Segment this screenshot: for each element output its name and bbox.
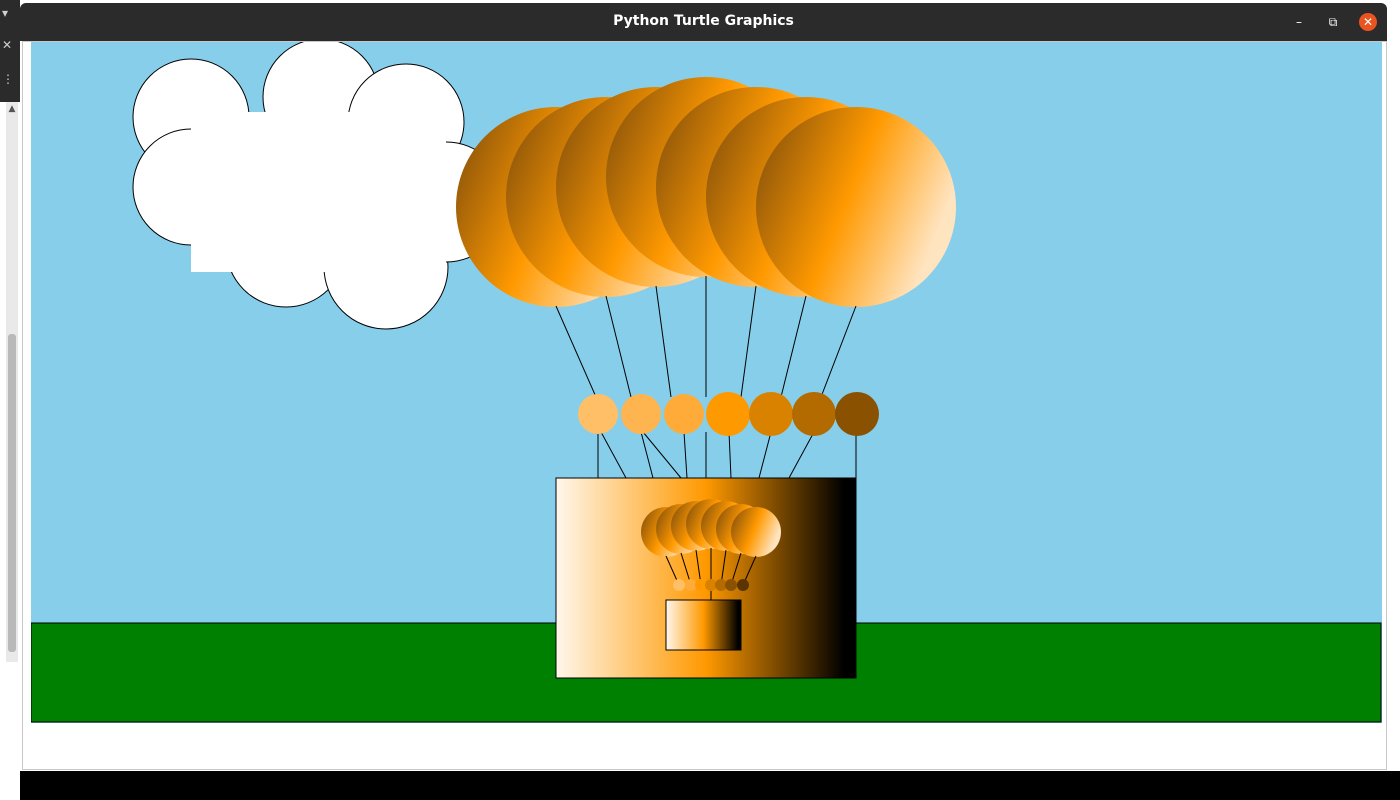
vertical-scrollbar[interactable]: ▲ <box>6 102 18 662</box>
window-title: Python Turtle Graphics <box>613 13 794 29</box>
scroll-up-arrow-icon[interactable]: ▲ <box>6 102 18 116</box>
maximize-icon[interactable]: ⧉ <box>1324 13 1342 31</box>
close-icon[interactable]: ✕ <box>1359 13 1377 31</box>
minimize-icon[interactable]: – <box>1290 13 1308 31</box>
side-panel-edge: ▾ ✕ ⋮ <box>0 0 20 102</box>
window-titlebar[interactable]: Python Turtle Graphics – ⧉ ✕ <box>20 3 1387 41</box>
chevron-down-icon[interactable]: ▾ <box>2 6 8 20</box>
close-icon[interactable]: ✕ <box>2 38 12 52</box>
mini-basket <box>665 599 742 651</box>
balloons <box>456 77 956 307</box>
bottom-bar <box>20 771 1400 800</box>
scrollbar-thumb[interactable] <box>8 334 16 652</box>
more-icon[interactable]: ⋮ <box>2 72 14 86</box>
turtle-canvas <box>31 42 1382 723</box>
